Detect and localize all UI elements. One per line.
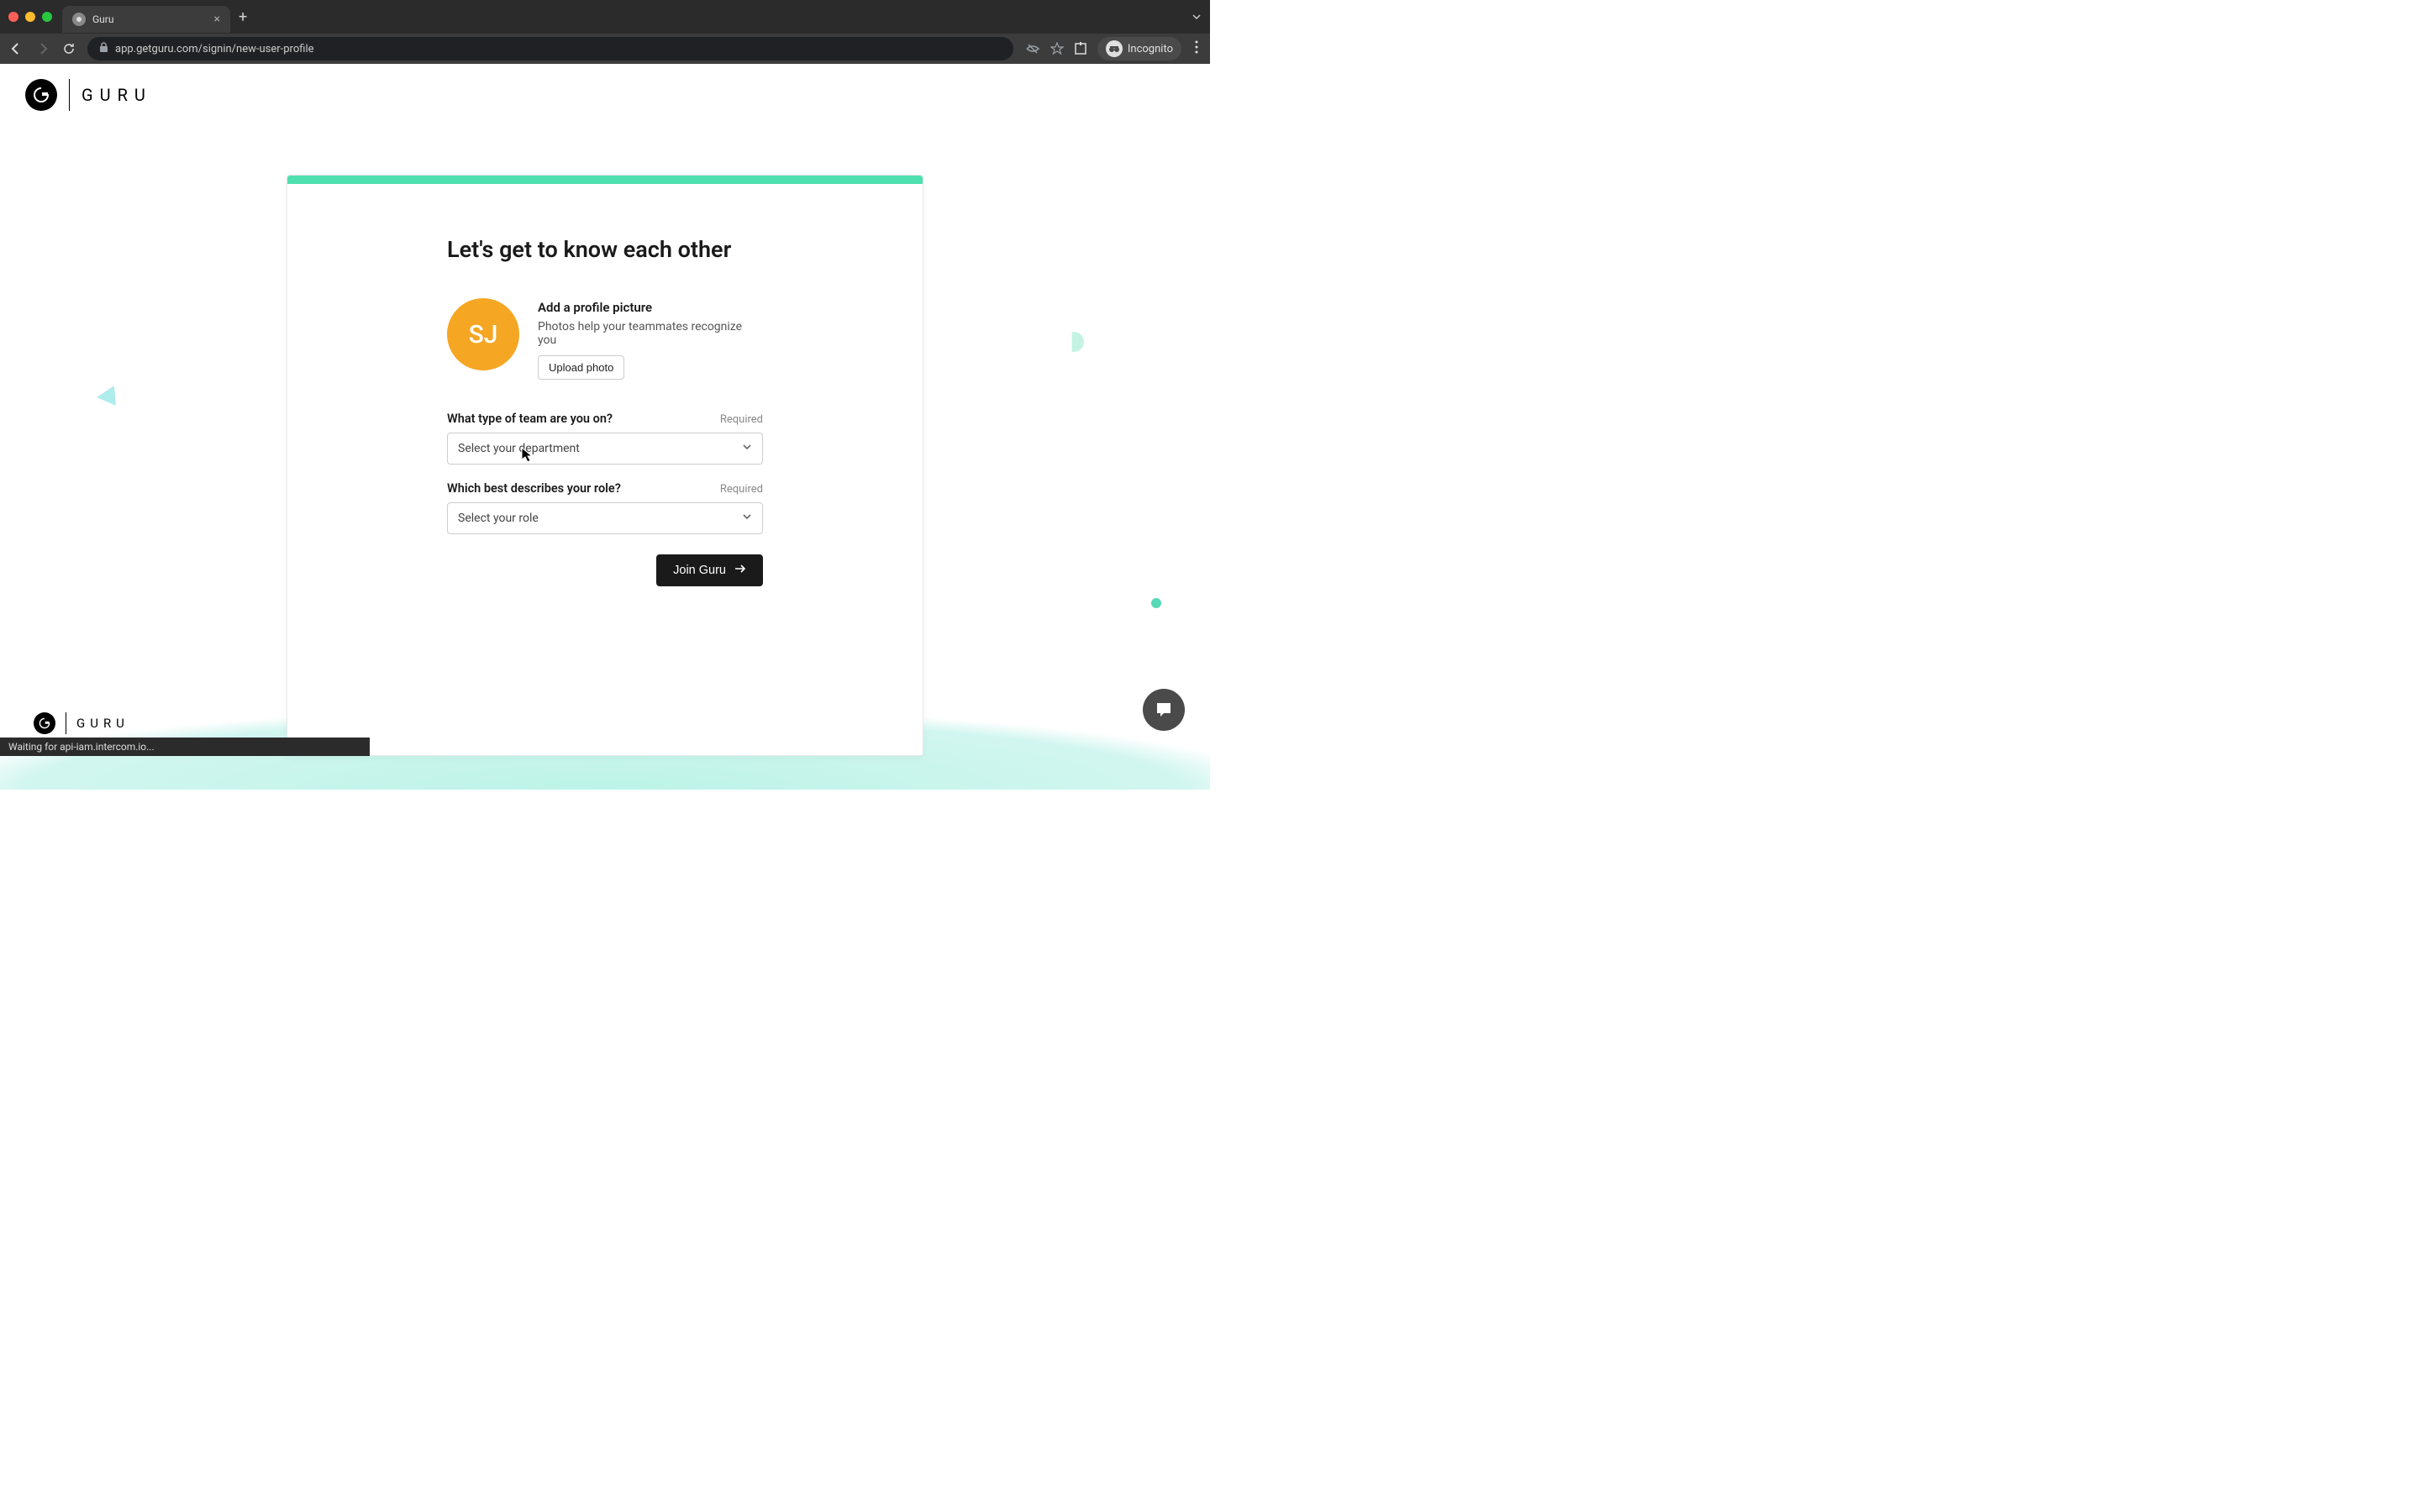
eye-off-icon[interactable] [1025, 41, 1040, 56]
page-title: Let's get to know each other [447, 236, 763, 263]
browser-tab-strip: Guru × + [0, 0, 1210, 34]
new-tab-button[interactable]: + [239, 8, 247, 26]
chat-icon [1154, 700, 1174, 720]
role-placeholder: Select your role [458, 512, 539, 525]
chevron-down-icon [742, 512, 752, 525]
chevron-down-icon [742, 442, 752, 455]
window-close-button[interactable] [8, 12, 18, 22]
department-select[interactable]: Select your department [447, 433, 763, 465]
arrow-right-icon [734, 564, 746, 577]
onboarding-card: Let's get to know each other SJ Add a pr… [287, 175, 923, 756]
lock-icon [99, 42, 108, 55]
role-field-label: Which best describes your role? [447, 481, 621, 496]
brand-logo[interactable]: GURU [25, 79, 152, 111]
status-bar: Waiting for api-iam.intercom.io... [0, 738, 370, 756]
footer-brand-name: GURU [76, 716, 129, 731]
team-field-required: Required [720, 413, 763, 426]
incognito-label: Incognito [1128, 43, 1173, 55]
upload-photo-button[interactable]: Upload photo [538, 355, 624, 380]
chat-widget-button[interactable] [1143, 689, 1185, 731]
incognito-icon [1106, 40, 1123, 57]
role-select[interactable]: Select your role [447, 502, 763, 534]
brand-name: GURU [82, 85, 152, 105]
window-maximize-button[interactable] [42, 12, 52, 22]
browser-menu-icon[interactable] [1192, 40, 1202, 57]
address-bar[interactable]: app.getguru.com/signin/new-user-profile [87, 37, 1013, 60]
window-controls [8, 12, 52, 22]
tab-close-icon[interactable]: × [214, 13, 220, 26]
submit-label: Join Guru [673, 564, 726, 577]
join-guru-button[interactable]: Join Guru [656, 554, 763, 586]
url-text: app.getguru.com/signin/new-user-profile [115, 43, 314, 55]
decorative-dot-icon [1151, 598, 1161, 608]
progress-bar [287, 176, 923, 184]
avatar: SJ [447, 298, 519, 370]
reload-button[interactable] [62, 42, 76, 55]
forward-button[interactable] [35, 41, 50, 56]
extensions-icon[interactable] [1074, 42, 1087, 55]
app-header: GURU [0, 64, 1210, 126]
decorative-moon-icon [1064, 332, 1084, 352]
browser-tab[interactable]: Guru × [62, 6, 230, 33]
browser-toolbar: app.getguru.com/signin/new-user-profile … [0, 34, 1210, 64]
team-field-label: What type of team are you on? [447, 412, 613, 426]
profile-picture-heading: Add a profile picture [538, 300, 763, 315]
logo-mark-icon [34, 712, 55, 734]
department-placeholder: Select your department [458, 442, 580, 455]
tab-list-dropdown-icon[interactable] [1192, 9, 1202, 25]
role-field-required: Required [720, 483, 763, 496]
incognito-badge[interactable]: Incognito [1097, 37, 1181, 60]
tab-favicon-icon [72, 13, 86, 26]
decorative-triangle-icon [96, 386, 116, 407]
footer-brand-logo[interactable]: GURU [34, 712, 129, 734]
logo-mark-icon [25, 79, 57, 111]
tab-title: Guru [92, 13, 113, 25]
logo-divider [69, 79, 70, 111]
profile-picture-subtext: Photos help your teammates recognize you [538, 320, 763, 347]
bookmark-star-icon[interactable] [1050, 42, 1064, 55]
back-button[interactable] [8, 41, 24, 56]
window-minimize-button[interactable] [25, 12, 35, 22]
page-content: Let's get to know each other SJ Add a pr… [0, 126, 1210, 756]
